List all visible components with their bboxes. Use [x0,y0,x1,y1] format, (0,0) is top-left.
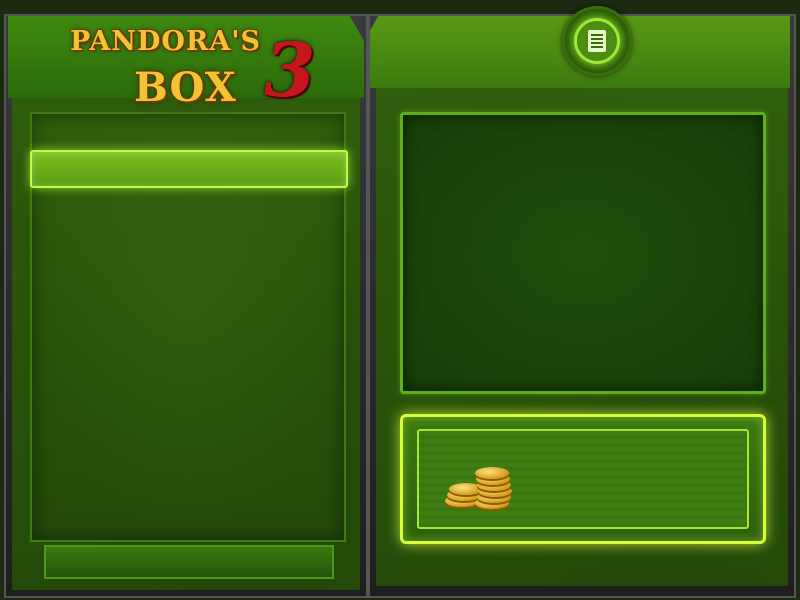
logo-title-line2: BOX [134,64,237,111]
left-bottom-bar [44,545,334,579]
newspaper-icon [588,30,606,52]
logo-number: 3 [264,28,316,114]
coin-panel[interactable] [400,414,766,544]
selected-list-item[interactable] [30,150,348,188]
news-button-ring [574,18,620,64]
news-button[interactable] [562,6,632,76]
game-logo: PANDORA'S BOX 3 [64,20,316,114]
logo-title-line1: PANDORA'S [70,26,262,57]
coin-panel-inner [417,429,749,529]
coin-stack-icon [445,461,521,521]
game-display-screen [400,112,766,394]
